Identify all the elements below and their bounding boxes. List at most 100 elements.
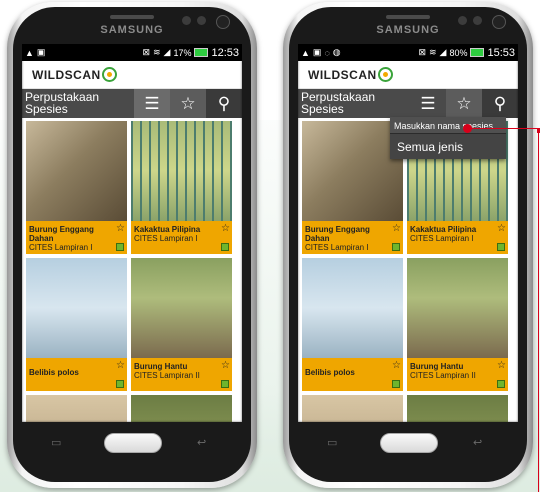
species-card[interactable]: Kakaktua Pilipina CITES Lampiran I ☆ <box>131 121 232 254</box>
warning-icon: ▲ <box>301 47 310 58</box>
proximity-sensor <box>182 16 191 25</box>
search-icon: ⚲ <box>217 93 231 113</box>
species-search-input[interactable]: Masukkan nama spesies <box>390 117 506 134</box>
status-time: 12:53 <box>211 46 239 59</box>
front-camera <box>216 15 230 29</box>
favorite-star-icon[interactable]: ☆ <box>221 360 230 371</box>
species-name: Kakaktua Pilipina <box>410 225 477 234</box>
favorite-star-icon[interactable]: ☆ <box>497 360 506 371</box>
nfc-icon: ⊠ <box>418 47 426 57</box>
species-name: Kakaktua Pilipina <box>134 225 201 234</box>
species-card[interactable]: Burung Enggang Dahan CITES Lampiran I ☆ <box>302 121 403 254</box>
species-caption: Burung Hantu CITES Lampiran II ☆ <box>407 358 508 391</box>
app-logo-bar: WILDSCAN <box>298 61 518 89</box>
species-image <box>26 258 127 358</box>
species-cites: CITES Lampiran I <box>29 243 93 252</box>
species-caption: Belibis polos ☆ <box>302 358 403 391</box>
status-bar: ▲ ▣ ⊠ ≋ ◢ 17% 12:53 <box>22 44 242 61</box>
species-image <box>302 258 403 358</box>
star-icon: ☆ <box>180 93 196 113</box>
home-button[interactable] <box>380 433 438 453</box>
species-card[interactable] <box>407 395 508 422</box>
species-card[interactable] <box>131 395 232 422</box>
search-button[interactable]: ⚲ <box>482 89 518 118</box>
earpiece <box>386 15 430 19</box>
favorite-star-icon[interactable]: ☆ <box>116 223 125 234</box>
species-image <box>131 258 232 358</box>
favorites-button[interactable]: ☆ <box>170 89 206 118</box>
species-image <box>407 258 508 358</box>
species-caption: Burung Hantu CITES Lampiran II ☆ <box>131 358 232 391</box>
species-caption: Burung Enggang Dahan CITES Lampiran I ☆ <box>26 221 127 254</box>
species-cites: CITES Lampiran I <box>410 234 474 243</box>
proximity-sensor <box>458 16 467 25</box>
battery-icon <box>470 48 485 57</box>
favorite-star-icon[interactable]: ☆ <box>497 223 506 234</box>
app-logo-bar: WILDSCAN <box>22 61 242 89</box>
book-icon <box>221 380 229 388</box>
menu-icon: ☰ <box>420 93 436 113</box>
species-grid: Burung Enggang Dahan CITES Lampiran I ☆ … <box>22 118 242 422</box>
species-card[interactable] <box>26 395 127 422</box>
menu-icon: ☰ <box>144 93 160 113</box>
species-card[interactable]: Burung Enggang Dahan CITES Lampiran I ☆ <box>26 121 127 254</box>
screen: ▲ ▣ ◌ ◍ ⊠ ≋ ◢ 80% 15:53 WILDSCAN Perpust… <box>298 44 518 422</box>
favorites-button[interactable]: ☆ <box>446 89 482 118</box>
app-logo: WILDSCAN <box>308 67 377 82</box>
star-icon: ☆ <box>456 93 472 113</box>
species-cites: CITES Lampiran I <box>305 243 369 252</box>
phone-left: SAMSUNG ▲ ▣ ⊠ ≋ ◢ 17% 12:53 WILDSCAN Per… <box>7 2 257 488</box>
menu-item-all-species[interactable]: Semua jenis <box>390 134 506 159</box>
species-image <box>131 121 232 221</box>
species-image <box>407 395 508 422</box>
species-card[interactable]: Burung Hantu CITES Lampiran II ☆ <box>131 258 232 391</box>
back-key-icon[interactable]: ↩ <box>473 436 482 449</box>
signal-icon: ◢ <box>439 47 447 57</box>
battery-percent: 17% <box>173 47 192 58</box>
species-card[interactable] <box>302 395 403 422</box>
species-image <box>26 395 127 422</box>
species-card[interactable]: Belibis polos ☆ <box>26 258 127 391</box>
wifi-icon: ≋ <box>152 47 161 57</box>
battery-icon <box>194 48 209 57</box>
app-icon: ◍ <box>332 47 341 57</box>
toolbar: Perpustakaan Spesies ☰ ☆ ⚲ <box>22 89 242 118</box>
battery-percent: 80% <box>449 47 468 58</box>
menu-dropdown: Masukkan nama spesies Semua jenis <box>390 117 506 159</box>
phone-right: SAMSUNG ▲ ▣ ◌ ◍ ⊠ ≋ ◢ 80% 15:53 WILDSCAN <box>283 2 533 488</box>
species-card[interactable]: Burung Hantu CITES Lampiran II ☆ <box>407 258 508 391</box>
favorite-star-icon[interactable]: ☆ <box>116 360 125 371</box>
species-grid: Burung Enggang Dahan CITES Lampiran I ☆ … <box>298 118 518 422</box>
image-icon: ▣ <box>36 47 46 57</box>
species-cites: CITES Lampiran I <box>134 234 198 243</box>
species-name: Belibis polos <box>305 368 355 377</box>
screen: ▲ ▣ ⊠ ≋ ◢ 17% 12:53 WILDSCAN Perpustakaa… <box>22 44 242 422</box>
search-button[interactable]: ⚲ <box>206 89 242 118</box>
page-title: Perpustakaan Spesies <box>25 90 100 116</box>
favorite-star-icon[interactable]: ☆ <box>221 223 230 234</box>
nfc-icon: ⊠ <box>142 47 150 57</box>
light-sensor <box>473 16 482 25</box>
species-name: Belibis polos <box>29 368 79 377</box>
annotation-dot <box>463 124 472 133</box>
wifi-icon: ≋ <box>428 47 437 57</box>
species-cites: CITES Lampiran II <box>410 371 476 380</box>
species-caption: Kakaktua Pilipina CITES Lampiran I ☆ <box>407 221 508 254</box>
logo-mark-icon <box>377 67 393 82</box>
species-card[interactable]: Belibis polos ☆ <box>302 258 403 391</box>
menu-key-icon[interactable]: ▭ <box>327 436 337 449</box>
species-image <box>302 395 403 422</box>
annotation-vertical-line <box>538 128 539 492</box>
menu-key-icon[interactable]: ▭ <box>51 436 61 449</box>
light-sensor <box>197 16 206 25</box>
favorite-star-icon[interactable]: ☆ <box>392 360 401 371</box>
species-image <box>131 395 232 422</box>
menu-button[interactable]: ☰ <box>410 89 446 118</box>
menu-button[interactable]: ☰ <box>134 89 170 118</box>
book-icon <box>221 243 229 251</box>
species-caption: Belibis polos ☆ <box>26 358 127 391</box>
favorite-star-icon[interactable]: ☆ <box>392 223 401 234</box>
species-image <box>302 121 403 221</box>
home-button[interactable] <box>104 433 162 453</box>
back-key-icon[interactable]: ↩ <box>197 436 206 449</box>
